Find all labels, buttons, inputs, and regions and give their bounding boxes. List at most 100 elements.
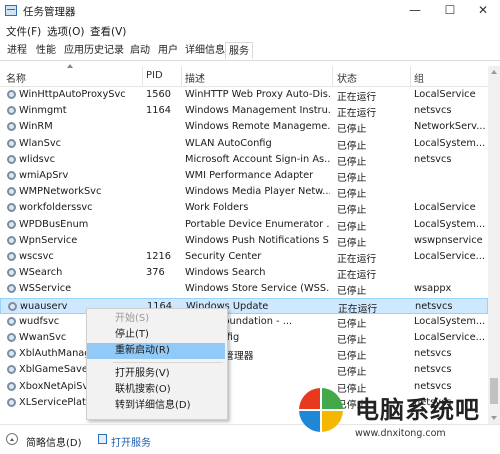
service-group: LocalService... [414,251,485,262]
service-row[interactable]: WPDBusEnum Portable Device Enumerator ...… [0,217,488,233]
service-status: 已停止 [337,205,367,217]
service-group: LocalService [414,202,476,214]
service-status: 已停止 [337,189,367,201]
service-name: Winmgmt [19,105,67,117]
service-row[interactable]: workfolderssvc Work Folders 已停止 LocalServic… [0,200,488,216]
service-row[interactable]: wscsvc 1216 Security Center 正在运行 LocalServic… [0,249,488,265]
service-row[interactable]: WSearch 376 Windows Search 正在运行 [0,265,488,281]
service-gear-icon [7,171,16,180]
service-row[interactable]: wmiApSrv WMI Performance Adapter 已停止 [0,168,488,184]
header-status[interactable]: 状态 [337,70,357,85]
service-gear-icon [7,154,16,164]
service-gear-icon [7,252,16,261]
service-gear-icon [7,268,16,278]
tab-processes[interactable]: 进程 [4,42,30,59]
tab-services[interactable]: 服务 [225,42,253,59]
context-menu-item[interactable]: 重新启动(R) [87,343,225,359]
service-status: 已停止 [337,318,367,330]
menu-options[interactable]: 选项(O) [47,24,84,39]
service-status: 正在运行 [337,92,377,103]
column-divider[interactable] [410,66,411,86]
header-pid[interactable]: PID [146,70,163,81]
tab-users[interactable]: 用户 [155,42,181,59]
service-row[interactable]: WinHttpAutoProxySvc 1560 WinHTTP Web Proxy… [0,87,488,103]
service-gear-icon [7,333,16,342]
service-pid: 376 [146,267,165,279]
service-group: LocalSystem... [414,218,486,230]
service-row[interactable]: WpnService Windows Push Notifications S..… [0,233,488,249]
tab-details[interactable]: 详细信息 [182,42,228,59]
site-watermark: 电脑系统吧 www.dnxitong.com [285,370,500,453]
context-menu-item[interactable]: 联机搜索(O) [87,382,225,398]
service-status: 已停止 [337,286,367,298]
service-group: wsappx [414,283,452,295]
service-gear-icon [7,397,16,407]
service-status: 正在运行 [338,303,378,315]
service-name: wlidsvc [19,153,55,165]
brief-info-link[interactable]: 简略信息(D) [26,434,82,449]
service-description: Microsoft Account Sign-in As... [185,153,330,165]
title-bar: 任务管理器 — ☐ ✕ [0,0,500,22]
column-divider[interactable] [332,66,333,86]
windows-logo-icon [299,388,343,432]
service-description: Windows Search [185,267,266,279]
service-name: wscsvc [19,251,54,262]
service-gear-icon [7,365,16,375]
service-name: WlanSvc [19,137,62,149]
service-status: 已停止 [337,351,367,363]
service-row[interactable]: wuauserv 1164 Windows Update 正在运行 netsvcs [0,297,488,315]
service-status: 正在运行 [337,254,377,265]
menu-view[interactable]: 查看(V) [90,24,126,39]
service-description: Security Center [185,251,262,262]
service-row[interactable]: wudfsvc Driver Foundation - ... 已停止 LocalSy… [0,314,488,330]
service-description: Windows Remote Manageme... [185,121,330,133]
service-gear-icon [7,203,16,213]
service-name: WSService [19,283,72,295]
service-status: 已停止 [337,140,367,152]
service-pid: 1164 [146,105,171,117]
menu-file[interactable]: 文件(F) [6,24,41,39]
close-button[interactable]: ✕ [468,0,498,20]
context-menu-item[interactable]: 转到详细信息(D) [87,398,225,414]
context-menu: 开始(S) 停止(T) 重新启动(R) 打开服务(V) 联机搜索(O) 转到详细信息(D) [86,308,228,420]
column-divider[interactable] [181,66,182,86]
context-menu-item[interactable]: 打开服务(V) [87,366,225,382]
context-menu-item: 开始(S) [115,313,150,324]
context-menu-item[interactable]: 停止(T) [87,327,225,343]
service-row[interactable]: WSService Windows Store Service (WSS... 已停… [0,281,488,297]
header-group[interactable]: 组 [414,70,424,85]
service-group: netsvcs [414,348,452,360]
service-row[interactable]: Winmgmt 1164 Windows Management Instru... 正… [0,103,488,119]
column-header: 名称 PID 描述 状态 组 [0,64,500,87]
services-icon [98,434,107,444]
service-group: LocalService... [414,332,485,343]
scroll-up-icon[interactable] [491,70,497,74]
service-gear-icon [8,301,17,311]
service-row[interactable]: XblAuthManage身份验证管理器已停止netsvcs [0,346,488,362]
service-gear-icon [7,138,16,148]
tab-app-history[interactable]: 应用历史记录 [61,42,127,59]
service-row[interactable]: wlidsvc Microsoft Account Sign-in As... 已停… [0,152,488,168]
service-row[interactable]: WwanSvcAutoConfig已停止LocalService... [0,330,488,346]
maximize-button[interactable]: ☐ [435,0,465,20]
service-row[interactable]: WMPNetworkSvc Windows Media Player Netw..… [0,184,488,200]
column-divider[interactable] [142,66,143,86]
header-description[interactable]: 描述 [185,70,205,85]
header-name[interactable]: 名称 [6,70,26,85]
service-name: WpnService [19,234,78,246]
service-row[interactable]: WinRM Windows Remote Manageme... 已停止 Networ… [0,119,488,135]
service-row[interactable]: WlanSvc WLAN AutoConfig 已停止 LocalSystem... [0,136,488,152]
collapse-arrow-icon[interactable] [6,433,18,445]
service-name: WPDBusEnum [19,218,89,230]
tab-startup[interactable]: 启动 [127,42,153,59]
service-gear-icon [7,316,16,326]
minimize-button[interactable]: — [400,0,430,20]
window-title: 任务管理器 [23,6,76,18]
service-status: 已停止 [337,335,367,346]
service-name: WMPNetworkSvc [19,186,102,198]
open-services-link[interactable]: 打开服务 [111,434,151,449]
tab-performance[interactable]: 性能 [33,42,59,59]
menu-bar: 文件(F) 选项(O) 查看(V) [0,22,500,40]
service-status: 已停止 [337,156,367,168]
service-gear-icon [7,349,16,359]
